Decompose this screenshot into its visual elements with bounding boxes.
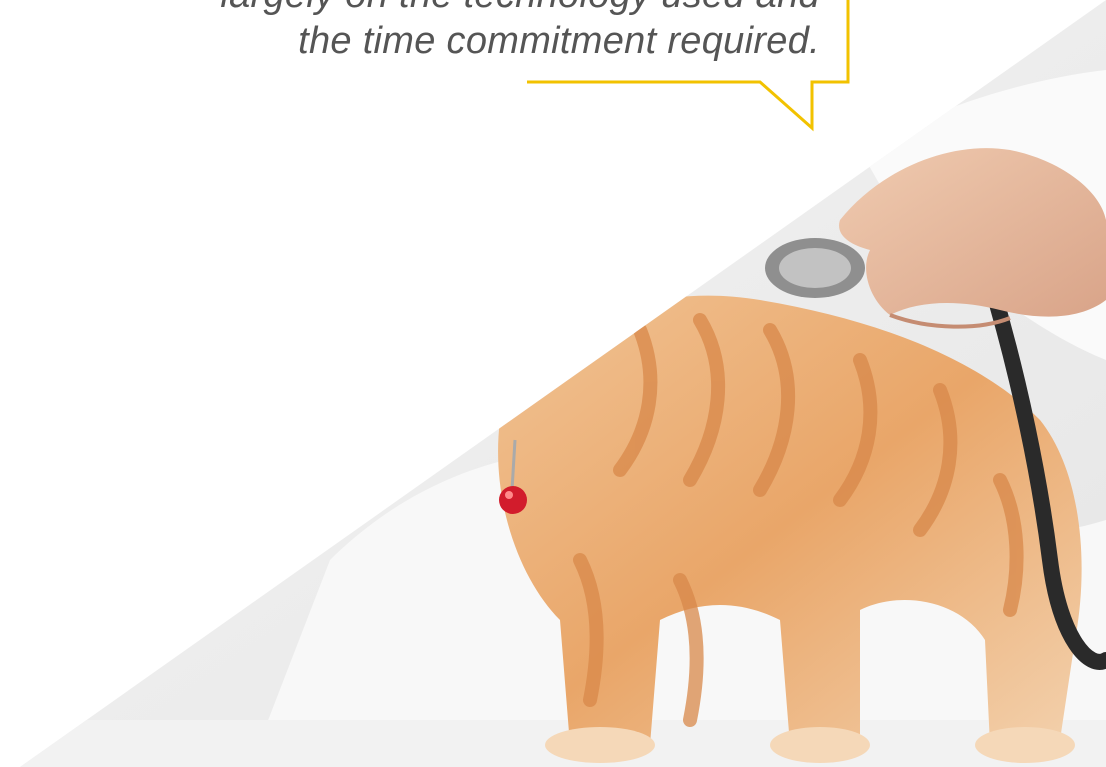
quote-line-1: largely on the technology used and [60, 0, 820, 18]
page: largely on the technology used and the t… [0, 0, 1106, 767]
quote-line-2: the time commitment required. [298, 20, 820, 62]
quote-text: largely on the technology used and the t… [60, 0, 820, 64]
cat-vet-photo [20, 0, 1106, 767]
